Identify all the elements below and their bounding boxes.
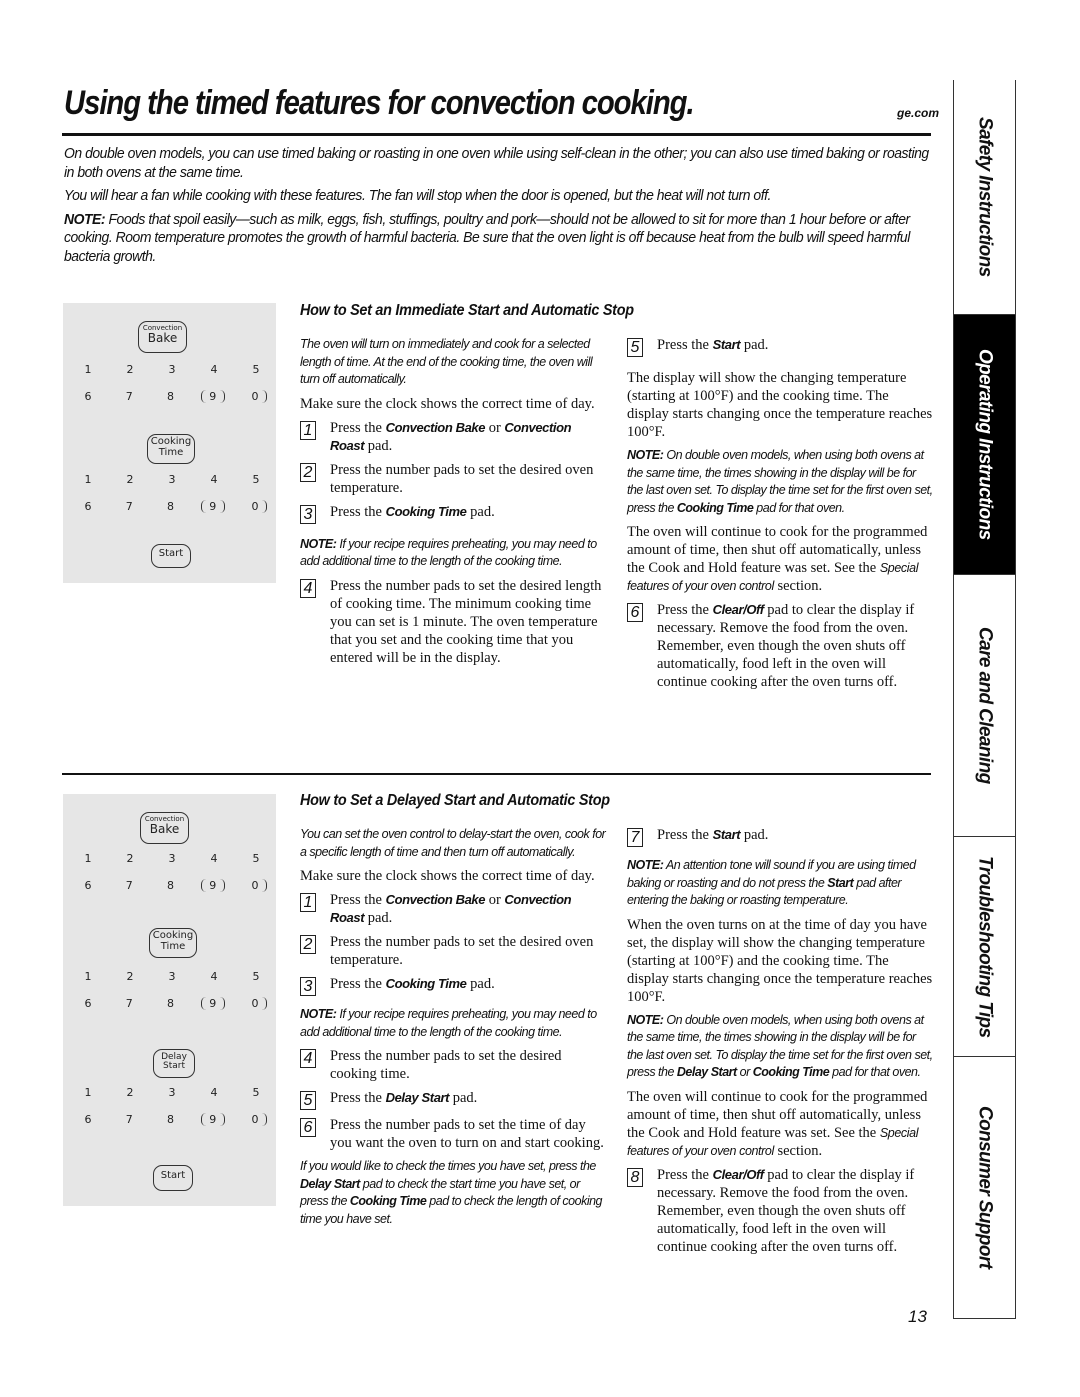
tab-care-and-cleaning[interactable]: Care and Cleaning — [953, 575, 1016, 837]
continue-description: The oven will continue to cook for the p… — [627, 524, 928, 594]
keypad-illustration-delayed: Convection Bake 12345 67890 Cooking Time 1… — [63, 794, 276, 1206]
number-row: 67890 — [77, 879, 267, 892]
note: NOTE: If your recipe requires preheating… — [300, 536, 597, 569]
step: 8 Press the Clear/Off pad to clear the di… — [627, 1166, 933, 1256]
number-row: 67890 — [77, 997, 267, 1010]
top-divider — [62, 133, 931, 136]
clock-instruction: Make sure the clock shows the correct ti… — [300, 395, 595, 412]
intro: On double oven models, you can use timed… — [64, 145, 934, 271]
step: 4 Press the number pads to set the desire… — [300, 1047, 606, 1083]
convection-bake-pad: Convection Bake — [140, 812, 189, 844]
delay-start-pad: Delay Start — [153, 1049, 195, 1078]
turns-on-description: When the oven turns on at the time of da… — [627, 916, 933, 1005]
number-row: 12345 — [84, 473, 260, 486]
step-number: 6 — [300, 1118, 316, 1137]
step-number: 7 — [627, 828, 643, 847]
side-tab-navigation: Safety Instructions Operating Instructio… — [953, 80, 1016, 1319]
number-row: 12345 — [84, 852, 260, 865]
step-number: 1 — [300, 420, 316, 440]
site-link[interactable]: ge.com — [897, 106, 939, 120]
step: 5 Press the Delay Start pad. — [300, 1089, 606, 1110]
page-number: 13 — [908, 1307, 927, 1326]
step-number: 4 — [300, 1049, 316, 1068]
step-number: 6 — [627, 603, 643, 622]
section-heading-immediate: How to Set an Immediate Start and Automa… — [300, 302, 634, 319]
tab-troubleshooting-tips[interactable]: Troubleshooting Tips — [953, 837, 1016, 1057]
number-row: 12345 — [84, 363, 260, 376]
step-number: 5 — [300, 1091, 316, 1110]
section-lead: The oven will turn on immediately and co… — [300, 337, 593, 386]
intro-paragraph: On double oven models, you can use timed… — [64, 145, 929, 181]
step: 6 Press the Clear/Off pad to clear the di… — [627, 601, 933, 691]
page-title: Using the timed features for convection … — [64, 84, 695, 122]
note-text: Foods that spoil easily—such as milk, eg… — [64, 210, 910, 265]
intro-paragraph: You will hear a fan while cooking with t… — [64, 187, 771, 204]
step: 1 Press the Convection Bake or Convection… — [300, 419, 606, 455]
intro-note: NOTE: Foods that spoil easily—such as mi… — [64, 211, 934, 267]
section1-left-column: The oven will turn on immediately and co… — [300, 336, 606, 673]
start-pad: Start — [151, 544, 191, 568]
step: 5 Press the Start pad. — [627, 336, 933, 357]
step: 7 Press the Start pad. — [627, 826, 933, 847]
step-number: 3 — [300, 977, 316, 996]
step-number: 8 — [627, 1167, 643, 1187]
step-number: 3 — [300, 504, 316, 524]
tab-operating-instructions[interactable]: Operating Instructions — [953, 315, 1016, 575]
keypad-illustration-immediate: Convection Bake 12345 67890 Cooking Time 1… — [63, 303, 276, 583]
step: 3 Press the Cooking Time pad. — [300, 975, 606, 996]
note: NOTE: On double oven models, when using … — [627, 1012, 933, 1080]
start-pad: Start — [153, 1165, 193, 1191]
step: 3 Press the Cooking Time pad. — [300, 503, 606, 524]
note: NOTE: An attention tone will sound if yo… — [627, 858, 916, 907]
section1-right-column: 5 Press the Start pad. The display will s… — [627, 336, 933, 697]
section-heading-delayed: How to Set a Delayed Start and Automatic… — [300, 792, 610, 809]
step-number: 5 — [627, 338, 643, 357]
section-divider — [62, 773, 931, 775]
number-row: 67890 — [77, 500, 267, 513]
continue-description: The oven will continue to cook for the p… — [627, 1088, 928, 1159]
step-number: 1 — [300, 893, 316, 912]
note: NOTE: On double oven models, when using … — [627, 448, 933, 515]
step-number: 2 — [300, 935, 316, 954]
step-number: 2 — [300, 462, 316, 482]
note-label: NOTE: — [64, 210, 106, 228]
step: 2 Press the number pads to set the desire… — [300, 933, 606, 969]
number-row: 12345 — [84, 970, 260, 983]
section2-left-column: You can set the oven control to delay-st… — [300, 826, 606, 1234]
step: 4 Press the number pads to set the desire… — [300, 577, 606, 667]
tab-safety-instructions[interactable]: Safety Instructions — [953, 80, 1016, 315]
number-row: 67890 — [77, 1113, 267, 1126]
note: NOTE: If your recipe requires preheating… — [300, 1007, 597, 1039]
section-lead: You can set the oven control to delay-st… — [300, 827, 606, 859]
number-row: 67890 — [77, 390, 267, 403]
number-row: 12345 — [84, 1086, 260, 1099]
cooking-time-pad: Cooking Time — [149, 928, 197, 958]
step-number: 4 — [300, 578, 316, 598]
display-description: The display will show the changing tempe… — [627, 370, 933, 440]
clock-instruction: Make sure the clock shows the correct ti… — [300, 868, 595, 884]
step: 1 Press the Convection Bake or Convection… — [300, 891, 606, 927]
tab-consumer-support[interactable]: Consumer Support — [953, 1057, 1016, 1319]
step: 6 Press the number pads to set the time o… — [300, 1116, 606, 1152]
check-times-note: If you would like to check the times you… — [300, 1159, 603, 1226]
step: 2 Press the number pads to set the desire… — [300, 461, 606, 497]
convection-bake-pad: Convection Bake — [138, 321, 187, 353]
section2-right-column: 7 Press the Start pad. NOTE: An attention… — [627, 826, 933, 1262]
cooking-time-pad: Cooking Time — [147, 434, 195, 464]
